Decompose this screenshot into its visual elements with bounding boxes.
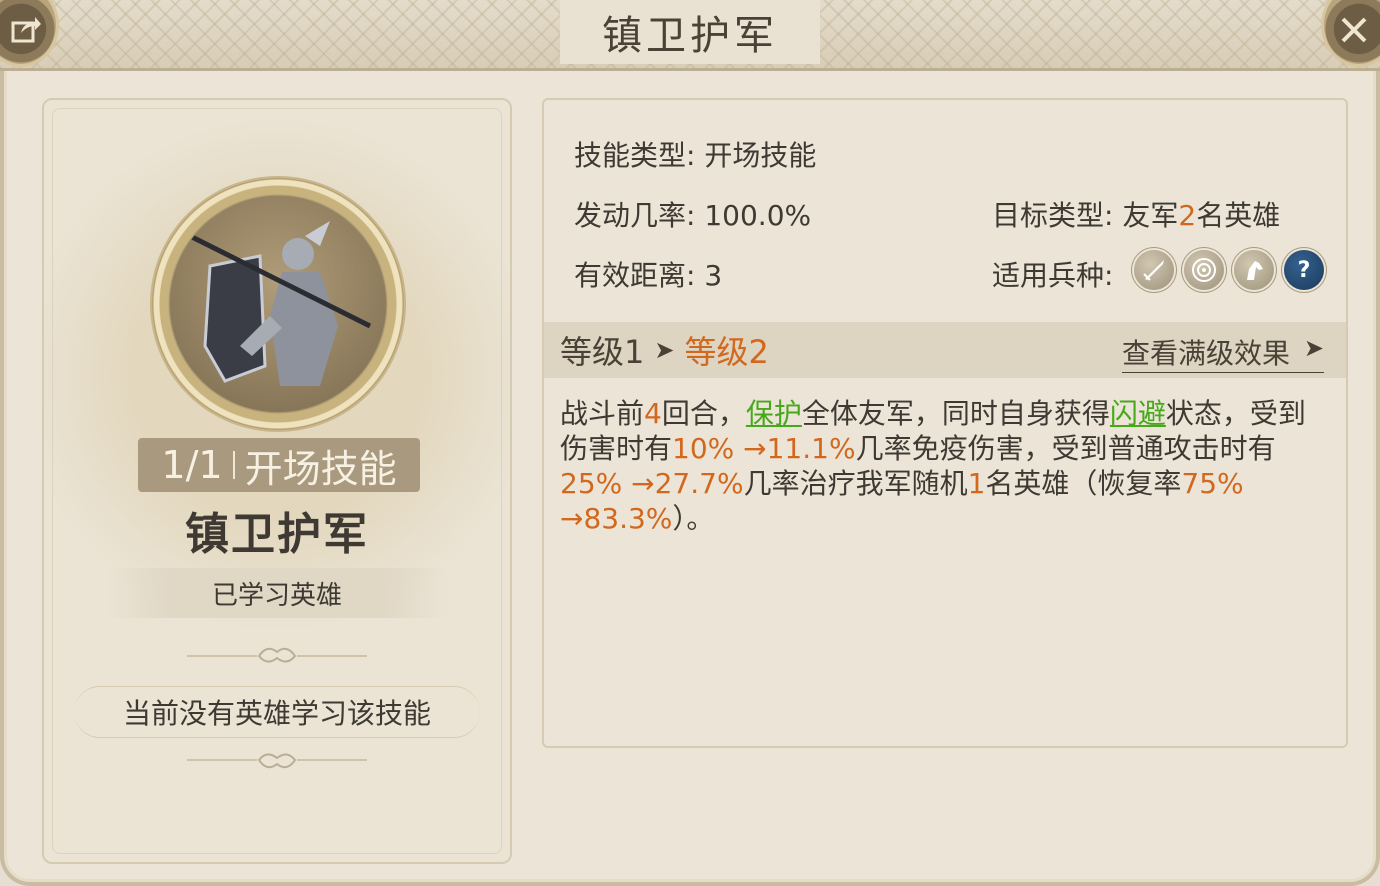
keyword-link-evade[interactable]: 闪避 (1110, 397, 1166, 430)
desc-number-next: →11.1% (743, 432, 856, 465)
warrior-illustration-icon (188, 221, 372, 386)
flourish-icon (187, 753, 367, 769)
range-row: 有效距离: 3 (574, 254, 722, 294)
skill-card: 1/1 开场技能 镇卫护军 已学习英雄 当前没有英雄学习该技能 (42, 98, 512, 864)
sword-icon[interactable] (1134, 250, 1174, 290)
range-value: 3 (704, 259, 723, 292)
question-icon[interactable]: ? (1284, 250, 1324, 290)
desc-number-next: →27.7% (631, 467, 744, 500)
skill-progress: 1/1 (161, 443, 223, 487)
trigger-rate-label: 发动几率: (574, 199, 696, 232)
desc-text: ）。 (672, 502, 715, 535)
desc-text: 回合， (661, 397, 746, 430)
badge-divider (232, 451, 235, 479)
horse-icon[interactable] (1234, 250, 1274, 290)
skill-detail-panel: 技能类型: 开场技能 发动几率: 100.0% 目标类型: 友军2名英雄 有效距… (542, 98, 1348, 748)
target-type-prefix: 友军 (1122, 199, 1179, 232)
skill-portrait (170, 196, 386, 412)
title-bar: 镇卫护军 (0, 0, 1380, 71)
learned-heroes-header: 已学习英雄 (104, 568, 450, 618)
flourish-icon (187, 647, 367, 663)
view-max-level-label: 查看满级效果 (1121, 337, 1290, 370)
skill-name: 镇卫护军 (185, 509, 369, 560)
level-bar: 等级1 ➤ 等级2 查看满级效果 ➤ (544, 322, 1346, 378)
desc-text: 名英雄（恢复率 (985, 467, 1182, 500)
level-next: 等级2 (684, 333, 769, 371)
target-type-label: 目标类型: (992, 199, 1114, 232)
divider-ornament-top (44, 640, 510, 677)
no-hero-notice: 当前没有英雄学习该技能 (74, 686, 480, 738)
skill-portrait-frame (152, 178, 404, 430)
target-type-row: 目标类型: 友军2名英雄 (992, 194, 1280, 234)
skill-description: 战斗前4回合，保护全体友军，同时自身获得闪避状态，受到伤害时有10% →11.1… (560, 396, 1330, 536)
desc-text: 全体友军，同时自身获得 (801, 397, 1110, 430)
chevron-right-icon: ➤ (654, 336, 675, 364)
desc-text: 几率免疫伤害，受到普通攻击时有 (855, 432, 1276, 465)
skill-type-badge-label: 开场技能 (244, 446, 397, 491)
level-current: 等级1 (560, 333, 645, 371)
skill-type-badge: 1/1 开场技能 (138, 438, 420, 492)
trigger-rate-value: 100.0% (704, 199, 812, 232)
range-label: 有效距离: (574, 259, 696, 292)
desc-number: 25% (560, 467, 623, 500)
title-plate: 镇卫护军 (560, 0, 820, 64)
no-hero-text: 当前没有英雄学习该技能 (122, 697, 431, 730)
troop-type-icons: ? (1134, 250, 1324, 290)
divider-ornament-bottom (44, 746, 510, 783)
desc-number-next: →83.3% (560, 502, 673, 535)
target-type-suffix: 名英雄 (1196, 199, 1281, 232)
page-title: 镇卫护军 (602, 13, 778, 59)
target-count: 2 (1178, 199, 1197, 232)
desc-text: 几率治疗我军随机 (743, 467, 968, 500)
desc-number: 1 (967, 467, 986, 500)
keyword-link-protect[interactable]: 保护 (746, 397, 802, 430)
desc-number: 4 (644, 397, 662, 430)
skill-type-label: 技能类型: (574, 139, 696, 172)
close-icon (1341, 17, 1367, 43)
troop-type-row: 适用兵种: (992, 254, 1113, 294)
desc-number: 10% (672, 432, 735, 465)
target-icon[interactable] (1184, 250, 1224, 290)
unknown-troop-mark: ? (1297, 257, 1311, 283)
skill-type-row: 技能类型: 开场技能 (574, 134, 816, 174)
troop-type-label: 适用兵种: (992, 259, 1114, 292)
skill-type-value: 开场技能 (704, 139, 817, 172)
desc-number: 75% (1181, 467, 1244, 500)
share-icon (11, 17, 41, 43)
arrow-right-icon: ➤ (1303, 334, 1324, 362)
learned-heroes-label: 已学习英雄 (211, 580, 342, 611)
desc-text: 战斗前 (560, 397, 645, 430)
view-max-level-link[interactable]: 查看满级效果 ➤ (1121, 332, 1324, 373)
trigger-rate-row: 发动几率: 100.0% (574, 194, 811, 234)
